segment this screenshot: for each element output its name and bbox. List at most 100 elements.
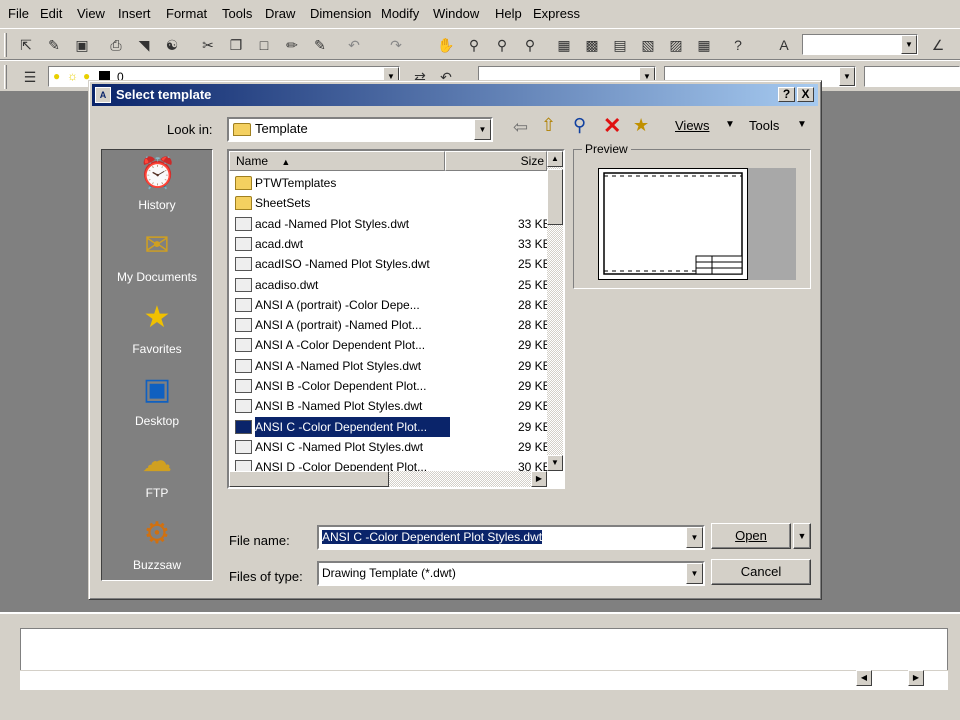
horizontal-scroll-thumb[interactable] [229, 471, 389, 487]
quick-calc-icon[interactable]: ▦ [694, 35, 714, 55]
toolbar-grip[interactable] [4, 33, 7, 57]
look-in-combo[interactable]: Template ▼ [227, 117, 493, 142]
menu-tools[interactable]: Tools [222, 6, 252, 21]
menu-window[interactable]: Window [433, 6, 479, 21]
menu-format[interactable]: Format [166, 6, 207, 21]
cancel-button[interactable]: Cancel [711, 559, 811, 585]
vertical-scroll-thumb[interactable] [547, 169, 563, 225]
file-row[interactable]: ANSI B -Color Dependent Plot... 29 KB [233, 376, 548, 396]
folder-icon [235, 176, 252, 190]
file-row[interactable]: ANSI A -Color Dependent Plot... 29 KB [233, 335, 548, 355]
file-type-select[interactable]: Drawing Template (*.dwt) ▼ [317, 561, 705, 586]
pan-icon[interactable]: ✋ [436, 35, 456, 55]
place-my-documents[interactable]: ✉ My Documents [102, 228, 212, 284]
menu-view[interactable]: View [77, 6, 105, 21]
back-icon[interactable]: ⇦ [513, 117, 528, 138]
file-row[interactable]: ANSI A (portrait) -Color Depe... 28 KB [233, 295, 548, 315]
lineweight-combo[interactable] [864, 66, 960, 87]
menu-express[interactable]: Express [533, 6, 580, 21]
zoom-window-icon[interactable]: ⚲ [492, 35, 512, 55]
tool-palettes-icon[interactable]: ▤ [610, 35, 630, 55]
file-row[interactable]: ANSI C -Named Plot Styles.dwt 29 KB [233, 437, 548, 457]
scroll-left-icon[interactable]: ◀ [856, 670, 872, 686]
search-web-icon[interactable]: ⚲ [573, 115, 586, 136]
create-new-folder-icon[interactable]: ★ [633, 115, 649, 136]
text-style-icon[interactable]: A [774, 35, 794, 55]
select-pointer-icon[interactable]: ⇱ [16, 35, 36, 55]
open-button[interactable]: Open [711, 523, 791, 549]
column-header-name[interactable]: Name ▲ [229, 151, 445, 171]
file-row[interactable]: ANSI B -Named Plot Styles.dwt 29 KB [233, 396, 548, 416]
zoom-previous-icon[interactable]: ⚲ [520, 35, 540, 55]
block-editor-icon[interactable]: ✎ [310, 35, 330, 55]
publish-icon[interactable]: ☯ [162, 35, 182, 55]
place-favorites[interactable]: ★ Favorites [102, 300, 212, 356]
markup-set-manager-icon[interactable]: ▨ [666, 35, 686, 55]
menu-help[interactable]: Help [495, 6, 522, 21]
file-row[interactable]: ANSI C -Color Dependent Plot... 29 KB [233, 416, 548, 437]
menu-insert[interactable]: Insert [118, 6, 151, 21]
dim-style-icon[interactable]: ∠ [928, 35, 948, 55]
scroll-right-icon[interactable]: ▶ [531, 471, 547, 487]
toolbar-grip[interactable] [4, 65, 7, 89]
undo-icon[interactable]: ↶ [344, 35, 364, 55]
chevron-down-icon[interactable]: ▼ [686, 563, 703, 584]
save-icon[interactable]: ▣ [72, 35, 92, 55]
menu-file[interactable]: File [8, 6, 29, 21]
text-style-combo[interactable]: ▼ [802, 34, 918, 55]
chevron-down-icon[interactable]: ▼ [901, 35, 917, 54]
zoom-realtime-icon[interactable]: ⚲ [464, 35, 484, 55]
menu-dimension[interactable]: Dimension [310, 6, 371, 21]
chevron-down-icon: ▼ [797, 531, 807, 541]
open-options-dropdown[interactable]: ▼ [793, 523, 811, 549]
menu-draw[interactable]: Draw [265, 6, 295, 21]
menu-edit[interactable]: Edit [40, 6, 62, 21]
close-button[interactable]: X [797, 87, 814, 102]
plot-preview-icon[interactable]: ◥ [134, 35, 154, 55]
file-row[interactable]: acad.dwt 33 KB [233, 234, 548, 254]
place-ftp[interactable]: ☁ FTP [102, 444, 212, 500]
properties-icon[interactable]: ▦ [554, 35, 574, 55]
layer-manager-icon[interactable]: ☰ [20, 67, 40, 87]
chevron-down-icon[interactable]: ▼ [474, 119, 491, 140]
file-row[interactable]: acadISO -Named Plot Styles.dwt 25 KB [233, 254, 548, 274]
chevron-down-icon[interactable]: ▼ [797, 119, 807, 130]
file-row[interactable]: acadiso.dwt 25 KB [233, 275, 548, 295]
file-row[interactable]: ANSI A (portrait) -Named Plot... 28 KB [233, 315, 548, 335]
cut-icon[interactable]: ✂ [198, 35, 218, 55]
new-drawing-icon[interactable]: ✎ [44, 35, 64, 55]
help-button[interactable]: ? [778, 87, 795, 102]
dialog-titlebar[interactable]: A Select template ? X [92, 84, 818, 106]
column-header-size[interactable]: Size [445, 151, 547, 171]
paste-icon[interactable]: □ [254, 35, 274, 55]
place-history[interactable]: ⏰ History [102, 156, 212, 212]
views-menu[interactable]: Views [675, 118, 709, 133]
up-one-level-icon[interactable]: ⇧ [541, 115, 556, 136]
place-desktop[interactable]: ▣ Desktop [102, 372, 212, 428]
match-properties-icon[interactable]: ✏ [282, 35, 302, 55]
scroll-down-icon[interactable]: ▼ [547, 455, 563, 471]
redo-icon[interactable]: ↷ [386, 35, 406, 55]
file-row[interactable]: ANSI A -Named Plot Styles.dwt 29 KB [233, 356, 548, 376]
scroll-right-icon[interactable]: ▶ [908, 670, 924, 686]
command-line-input[interactable] [20, 670, 948, 690]
chevron-down-icon[interactable]: ▼ [686, 527, 703, 548]
print-icon[interactable]: ⎙ [106, 35, 126, 55]
menu-modify[interactable]: Modify [381, 6, 419, 21]
chevron-down-icon[interactable]: ▼ [725, 119, 735, 130]
help-icon[interactable]: ? [728, 35, 748, 55]
sheet-set-manager-icon[interactable]: ▧ [638, 35, 658, 55]
scroll-up-icon[interactable]: ▲ [547, 151, 563, 167]
delete-icon[interactable]: ✕ [603, 113, 621, 139]
file-list[interactable]: Name ▲ Size PTWTemplates SheetSets acad -N… [227, 149, 565, 489]
place-buzzsaw[interactable]: ⚙ Buzzsaw [102, 516, 212, 572]
chevron-down-icon[interactable]: ▼ [839, 67, 855, 86]
folder-row[interactable]: PTWTemplates [233, 173, 545, 193]
design-center-icon[interactable]: ▩ [582, 35, 602, 55]
copy-icon[interactable]: ❐ [226, 35, 246, 55]
preview-group: Preview [573, 142, 811, 289]
folder-row[interactable]: SheetSets [233, 193, 545, 213]
tools-menu[interactable]: Tools [749, 118, 779, 133]
file-row[interactable]: acad -Named Plot Styles.dwt 33 KB [233, 214, 548, 234]
file-name-input[interactable]: ANSI C -Color Dependent Plot Styles.dwt … [317, 525, 705, 550]
